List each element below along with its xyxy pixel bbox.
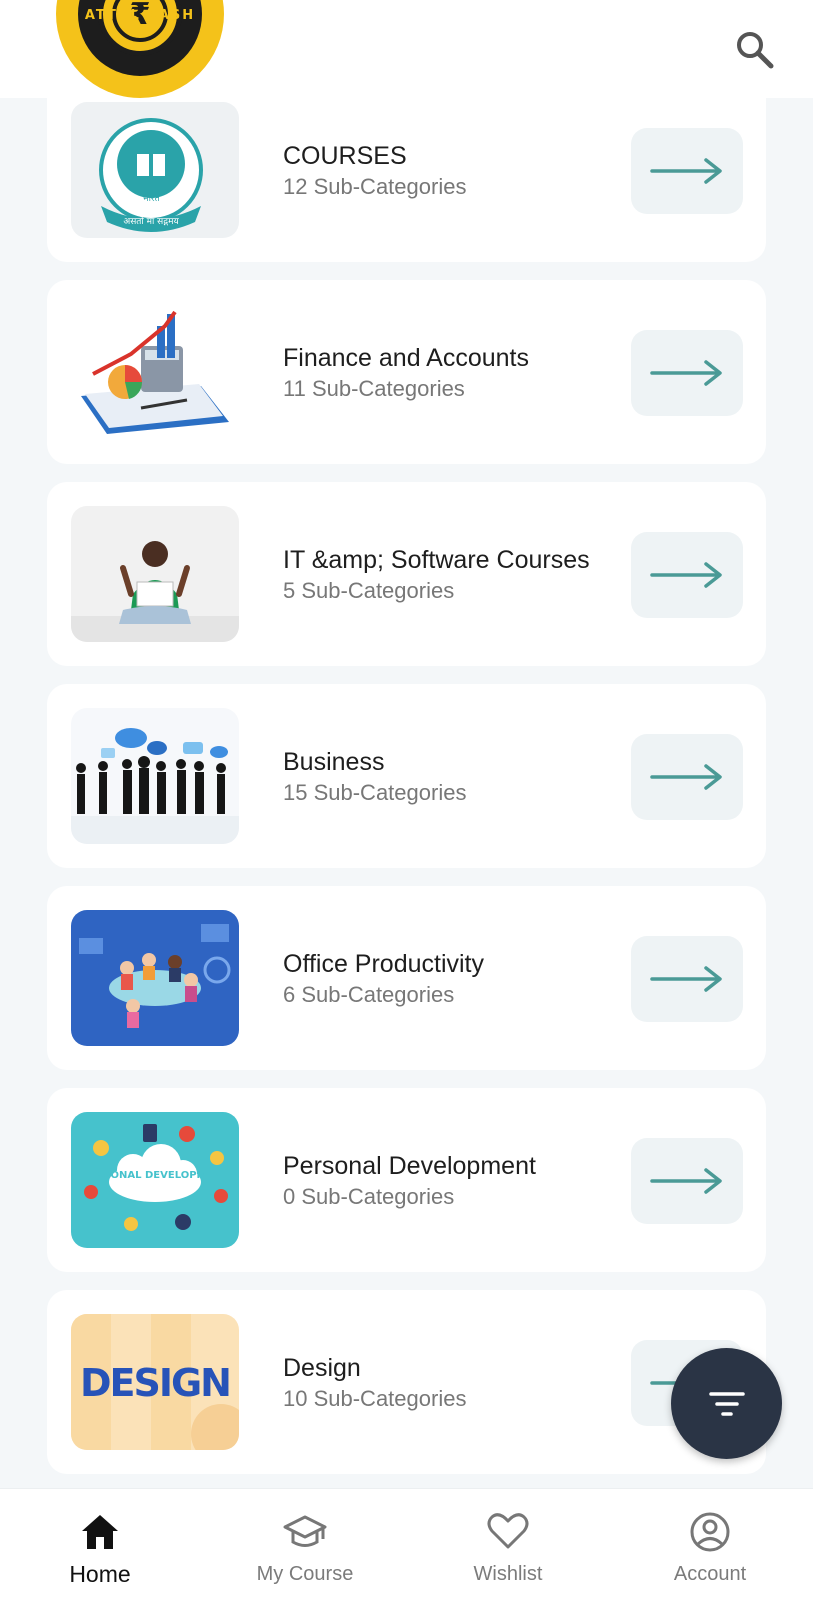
design-text: DESIGN [80,1361,230,1405]
category-thumbnail: असतो मा सद्गमय भारत [71,102,239,238]
category-list: असतो मा सद्गमय भारत COURSES 12 Sub-Categ… [0,98,813,1488]
category-thumbnail: DESIGN [71,1314,239,1450]
category-title: IT &amp; Software Courses [283,546,590,574]
nav-wishlist[interactable]: Wishlist [428,1489,588,1600]
nav-account[interactable]: Account [630,1489,790,1600]
category-card-business[interactable]: Business 15 Sub-Categories [47,684,766,868]
arrow-right-icon [650,764,722,790]
category-thumbnail [71,910,239,1046]
arrow-right-icon [650,158,722,184]
nav-my-course[interactable]: My Course [225,1489,385,1600]
search-button[interactable] [735,30,775,70]
account-icon [690,1512,730,1552]
open-category-button[interactable] [631,532,743,618]
category-card-office-productivity[interactable]: Office Productivity 6 Sub-Categories [47,886,766,1070]
nav-my-course-label: My Course [256,1563,354,1585]
category-subtitle: 11 Sub-Categories [283,376,465,401]
home-icon [82,1515,118,1549]
category-title: Personal Development [283,1152,536,1180]
category-card-personal-development[interactable]: PERSONAL DEVELOPMENT Personal Developmen… [47,1088,766,1272]
personal-dev-text: PERSONAL DEVELOPMENT [81,1170,228,1181]
arrow-right-icon [650,562,722,588]
open-category-button[interactable] [631,734,743,820]
category-subtitle: 10 Sub-Categories [283,1386,467,1411]
category-thumbnail [71,506,239,642]
category-title: Finance and Accounts [283,344,529,372]
bottom-navigation: Home My Course Wishlist Account [0,1488,813,1600]
category-title: Design [283,1354,361,1382]
arrow-right-icon [650,966,722,992]
category-title: Office Productivity [283,950,485,978]
arrow-right-icon [650,360,722,386]
category-thumbnail [71,304,239,440]
cbse-motto: असतो मा सद्गमय [123,215,179,227]
category-subtitle: 6 Sub-Categories [283,982,455,1007]
open-category-button[interactable] [631,128,743,214]
graduation-cap-icon [283,1515,327,1547]
category-card-finance[interactable]: Finance and Accounts 11 Sub-Categories [47,280,766,464]
filter-icon [708,1391,745,1416]
category-thumbnail: PERSONAL DEVELOPMENT [71,1112,239,1248]
category-subtitle: 15 Sub-Categories [283,780,467,805]
open-category-button[interactable] [631,330,743,416]
open-category-button[interactable] [631,936,743,1022]
nav-home[interactable]: Home [20,1489,180,1600]
nav-wishlist-label: Wishlist [473,1563,543,1585]
arrow-right-icon [650,1168,722,1194]
heart-icon [487,1513,529,1549]
logo-text-top: ATTUL CASH [84,8,196,23]
cbse-country: भारत [142,194,160,204]
app-logo[interactable]: ₹ ATTUL CASH [56,0,224,98]
category-subtitle: 0 Sub-Categories [283,1184,455,1209]
nav-home-label: Home [69,1561,131,1587]
open-category-button[interactable] [631,1138,743,1224]
category-card-courses[interactable]: असतो मा सद्गमय भारत COURSES 12 Sub-Categ… [47,98,766,262]
category-title: Business [283,748,385,776]
filter-button[interactable] [671,1348,782,1459]
category-thumbnail [71,708,239,844]
category-card-it-software[interactable]: IT &amp; Software Courses 5 Sub-Categori… [47,482,766,666]
nav-account-label: Account [673,1563,747,1585]
category-subtitle: 5 Sub-Categories [283,578,455,603]
top-bar: ₹ ATTUL CASH [0,0,813,98]
category-card-design[interactable]: DESIGN Design 10 Sub-Categories [47,1290,766,1474]
category-subtitle: 12 Sub-Categories [283,174,467,199]
category-title: COURSES [283,142,407,170]
search-icon [737,32,774,69]
